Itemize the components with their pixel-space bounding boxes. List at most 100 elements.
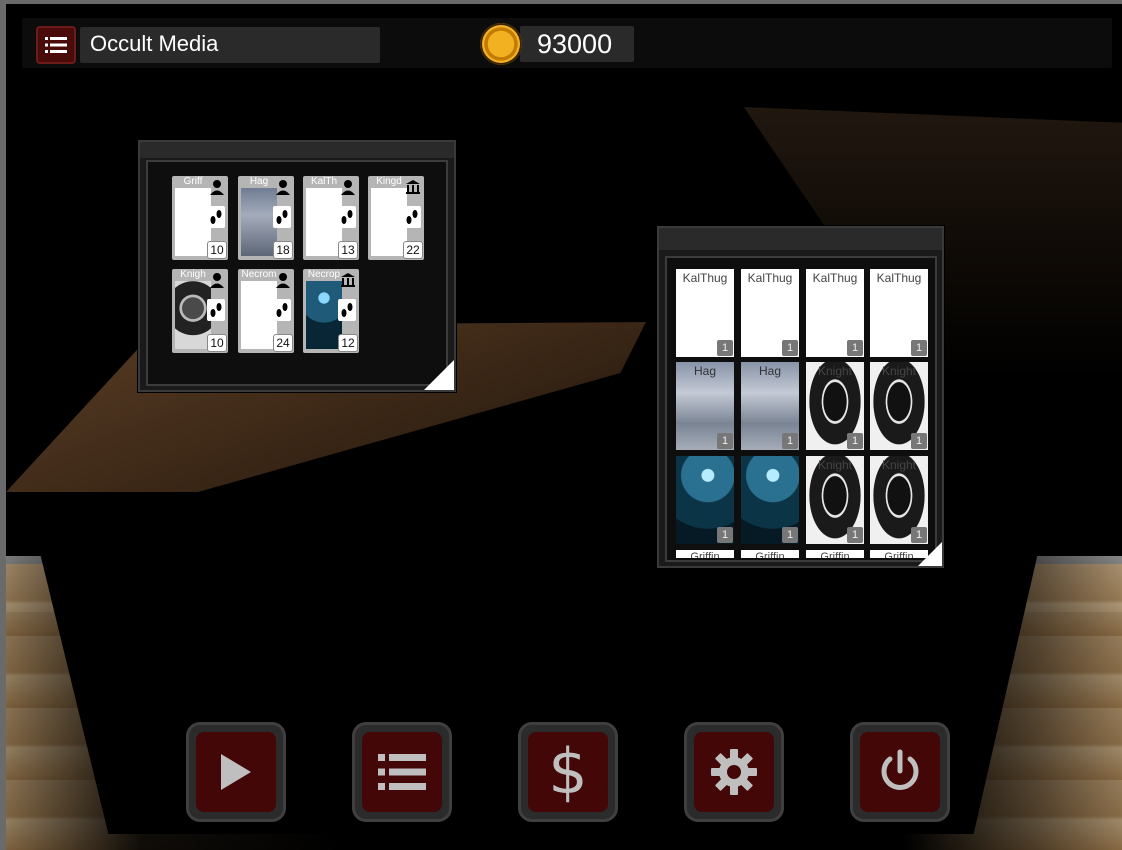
- card-count: 18: [273, 241, 293, 259]
- shop-button-face: $: [528, 732, 608, 812]
- settings-button[interactable]: [684, 722, 784, 822]
- card-count: 12: [338, 334, 358, 352]
- collection-card[interactable]: Hag 1: [741, 362, 799, 450]
- collection-card[interactable]: Hag 1: [676, 362, 734, 450]
- collection-card[interactable]: KalThug 1: [870, 269, 928, 357]
- card-count: 1: [911, 527, 927, 543]
- play-icon: [221, 754, 251, 790]
- list-button-face: [362, 732, 442, 812]
- collection-card-partial[interactable]: Griffin: [741, 550, 799, 558]
- card-name: Kingd: [376, 176, 402, 187]
- coin-amount: 93000: [537, 29, 613, 59]
- card-name: Necrop: [307, 269, 341, 280]
- card-name: KalThug: [812, 271, 858, 285]
- collection-card-partial[interactable]: Griffin: [870, 550, 928, 558]
- card-count: 10: [207, 334, 227, 352]
- card-count: 24: [273, 334, 293, 352]
- card-count: 10: [207, 241, 227, 259]
- card-art: [175, 281, 211, 349]
- person-icon: [274, 271, 292, 289]
- list-button[interactable]: [352, 722, 452, 822]
- collection-card[interactable]: Knight 1: [870, 456, 928, 544]
- footprint-icon: [338, 299, 356, 321]
- card-count: 1: [717, 340, 733, 356]
- collection-card[interactable]: 1: [676, 456, 734, 544]
- card-count: 1: [847, 340, 863, 356]
- collection-card[interactable]: KalThug 1: [741, 269, 799, 357]
- card-count: 22: [403, 241, 423, 259]
- list-icon: [378, 754, 426, 790]
- collection-panel-header[interactable]: [659, 228, 942, 250]
- deck-card[interactable]: Kingd 22: [368, 176, 424, 260]
- card-art: [241, 188, 277, 256]
- play-button-face: [196, 732, 276, 812]
- deck-card[interactable]: Necrop 12: [303, 269, 359, 353]
- power-button[interactable]: [850, 722, 950, 822]
- collection-card[interactable]: Knight 1: [870, 362, 928, 450]
- collection-card[interactable]: Knight 1: [806, 456, 864, 544]
- page-title: Occult Media: [90, 31, 219, 56]
- card-count: 1: [911, 433, 927, 449]
- collection-card-partial[interactable]: Griffin: [806, 550, 864, 558]
- list-icon: [45, 37, 67, 53]
- menu-button[interactable]: [36, 26, 76, 64]
- card-count: 1: [782, 340, 798, 356]
- footprint-icon: [207, 206, 225, 228]
- card-name: KalTh: [310, 176, 338, 187]
- card-count: 1: [782, 527, 798, 543]
- card-count: 1: [911, 340, 927, 356]
- card-name: Hag: [758, 364, 781, 378]
- person-icon: [274, 178, 292, 196]
- deck-card[interactable]: Knigh 10: [172, 269, 228, 353]
- deck-card[interactable]: KalTh 13: [303, 176, 359, 260]
- card-name: Griff: [183, 176, 203, 187]
- person-icon: [208, 178, 226, 196]
- card-name: KalThug: [747, 271, 793, 285]
- building-icon: [339, 271, 357, 289]
- person-icon: [208, 271, 226, 289]
- card-art: [241, 281, 277, 349]
- dollar-icon: $: [548, 735, 588, 808]
- power-button-face: [860, 732, 940, 812]
- power-icon: [881, 749, 919, 790]
- footprint-icon: [273, 206, 291, 228]
- collection-card[interactable]: KalThug 1: [676, 269, 734, 357]
- deck-card[interactable]: Griff 10: [172, 176, 228, 260]
- collection-card-partial[interactable]: Griffin: [676, 550, 734, 558]
- collection-card[interactable]: Knight 1: [806, 362, 864, 450]
- card-name: Knigh: [180, 269, 206, 280]
- card-name: Knight: [881, 364, 917, 378]
- deck-card[interactable]: Necrom 24: [238, 269, 294, 353]
- footprint-icon: [338, 206, 356, 228]
- card-name: Knight: [817, 364, 853, 378]
- card-art: [371, 188, 407, 256]
- card-art: [306, 281, 342, 349]
- gear-icon: [711, 749, 757, 795]
- card-art: [306, 188, 342, 256]
- card-name: Knight: [817, 458, 853, 472]
- card-count: 1: [847, 433, 863, 449]
- collection-card[interactable]: 1: [741, 456, 799, 544]
- footprint-icon: [273, 299, 291, 321]
- deck-card[interactable]: Hag 18: [238, 176, 294, 260]
- card-name: KalThug: [876, 271, 922, 285]
- card-name: Hag: [249, 176, 269, 187]
- card-name: Knight: [881, 458, 917, 472]
- footprint-icon: [207, 299, 225, 321]
- settings-button-face: [694, 732, 774, 812]
- deck-panel-header[interactable]: [140, 142, 454, 158]
- card-count: 1: [717, 527, 733, 543]
- play-button[interactable]: [186, 722, 286, 822]
- footprint-icon: [403, 206, 421, 228]
- card-art: [175, 188, 211, 256]
- card-count: 13: [338, 241, 358, 259]
- shop-button[interactable]: $: [518, 722, 618, 822]
- card-count: 1: [782, 433, 798, 449]
- card-name: KalThug: [682, 271, 728, 285]
- card-count: 1: [847, 527, 863, 543]
- card-name: Hag: [693, 364, 716, 378]
- coin-icon: [480, 23, 522, 65]
- card-name: Necrom: [241, 269, 277, 280]
- building-icon: [404, 178, 422, 196]
- collection-card[interactable]: KalThug 1: [806, 269, 864, 357]
